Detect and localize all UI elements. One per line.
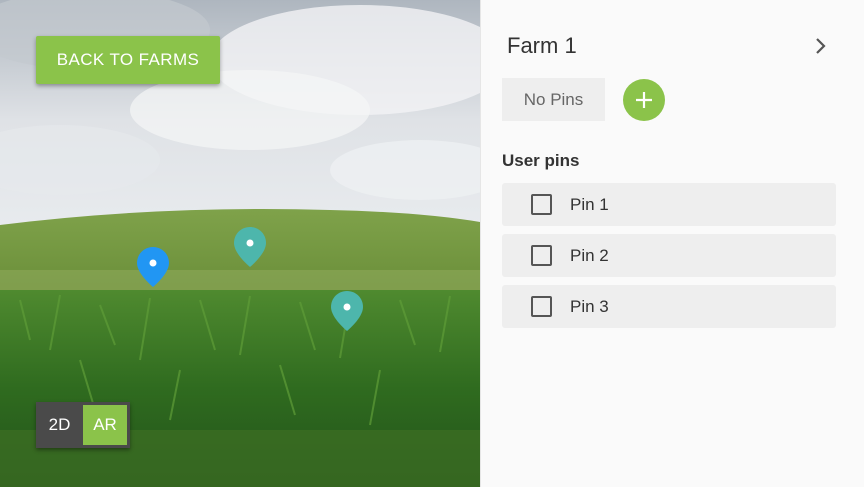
mode-2d-button[interactable]: 2D xyxy=(36,402,83,448)
ar-camera-view: BACK TO FARMS 2D AR xyxy=(0,0,480,487)
plus-icon xyxy=(636,92,652,108)
map-pin-icon[interactable] xyxy=(136,246,170,288)
user-pins-list: Pin 1 Pin 2 Pin 3 xyxy=(502,183,836,336)
map-pin-icon[interactable] xyxy=(233,226,267,268)
chevron-right-icon[interactable] xyxy=(811,36,831,56)
farm-title: Farm 1 xyxy=(507,33,577,58)
no-pins-badge: No Pins xyxy=(502,78,605,121)
pin-checkbox[interactable] xyxy=(531,296,552,317)
farm-panel: Farm 1 No Pins User pins Pin 1 Pin 2 Pin… xyxy=(480,0,864,487)
pin-list-item[interactable]: Pin 1 xyxy=(502,183,836,226)
view-mode-toggle: 2D AR xyxy=(36,402,130,448)
pin-checkbox[interactable] xyxy=(531,194,552,215)
pin-label: Pin 1 xyxy=(570,194,609,214)
map-pin-icon[interactable] xyxy=(330,290,364,332)
pin-label: Pin 3 xyxy=(570,296,609,316)
user-pins-heading: User pins xyxy=(502,151,580,170)
pin-checkbox[interactable] xyxy=(531,245,552,266)
pin-list-item[interactable]: Pin 2 xyxy=(502,234,836,277)
back-to-farms-button[interactable]: BACK TO FARMS xyxy=(36,36,220,84)
pin-list-item[interactable]: Pin 3 xyxy=(502,285,836,328)
pin-label: Pin 2 xyxy=(570,245,609,265)
add-pin-button[interactable] xyxy=(623,79,665,121)
mode-ar-button[interactable]: AR xyxy=(83,402,130,448)
